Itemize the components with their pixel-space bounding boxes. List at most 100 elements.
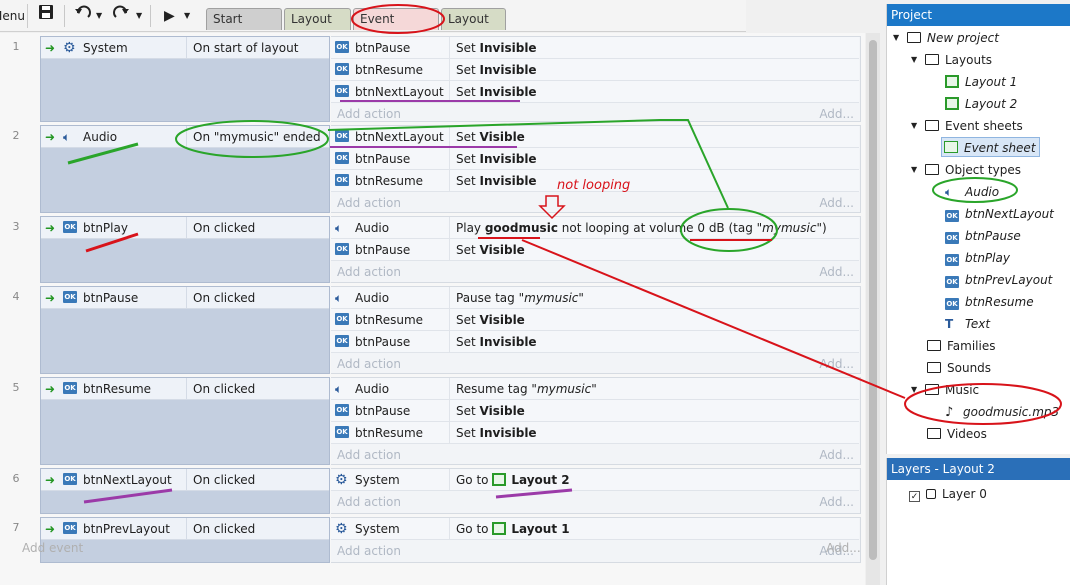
action-object[interactable]: OK btnNextLayout [331, 126, 449, 148]
tree-item-music[interactable]: ▼ Music [911, 380, 979, 400]
action-text[interactable]: Set Invisible [449, 37, 859, 59]
redo-dropdown-icon[interactable]: ▼ [136, 4, 142, 28]
action-object[interactable]: OK btnResume [331, 309, 449, 331]
add-action-link[interactable]: Add action [337, 193, 401, 213]
lock-icon[interactable] [926, 489, 936, 499]
condition-row[interactable]: ➜ ⚙︎ System On start of layout [41, 37, 329, 59]
condition-row[interactable]: ➜ 🔈︎ Audio On "mymusic" ended [41, 126, 329, 148]
condition-object[interactable]: OK btnPrevLayout [59, 518, 187, 540]
add-action-right-link[interactable]: Add... [819, 445, 854, 465]
action-row[interactable]: OK btnPause Set Visible [331, 400, 859, 422]
action-row[interactable]: ⚙︎ System Go to Layout 2 [331, 469, 859, 491]
tree-item-event-sheet[interactable]: Event sheet [941, 137, 1040, 157]
condition-row[interactable]: ➜ OK btnResume On clicked [41, 378, 329, 400]
event-row[interactable]: 7 ➜ OK btnPrevLayout On clicked ⚙︎ System Go to… [0, 517, 865, 563]
event-row[interactable]: 2 ➜ 🔈︎ Audio On "mymusic" ended OK btnNextLayo… [0, 125, 865, 213]
add-action-link[interactable]: Add action [337, 445, 401, 465]
action-object[interactable]: 🔈︎ Audio [331, 287, 449, 309]
caret-down-icon[interactable]: ▼ [911, 50, 921, 70]
condition-block[interactable]: ➜ OK btnNextLayout On clicked [40, 468, 330, 514]
condition-block[interactable]: ➜ ⚙︎ System On start of layout [40, 36, 330, 122]
visibility-checkbox[interactable]: ✓ [909, 491, 920, 502]
action-row[interactable]: OK btnPause Set Invisible [331, 148, 859, 170]
tree-item-root[interactable]: ▼ New project [893, 28, 999, 48]
menu-button[interactable]: Menu [0, 4, 28, 28]
event-row[interactable]: 5 ➜ OK btnResume On clicked 🔈︎ Audio Resume tag… [0, 377, 865, 465]
add-action-link[interactable]: Add action [337, 262, 401, 282]
action-object[interactable]: OK btnPause [331, 148, 449, 170]
tree-item-videos[interactable]: Videos [927, 424, 987, 444]
action-text[interactable]: Set Visible [449, 400, 859, 422]
action-object[interactable]: OK btnNextLayout [331, 81, 449, 103]
condition-object[interactable]: OK btnPause [59, 287, 187, 309]
action-text[interactable]: Go to Layout 1 [449, 518, 859, 540]
add-action-link[interactable]: Add action [337, 541, 401, 561]
action-row[interactable]: 🔈︎ Audio Resume tag "mymusic" [331, 378, 859, 400]
action-text[interactable]: Set Invisible [449, 81, 859, 103]
action-row[interactable]: OK btnNextLayout Set Visible [331, 126, 859, 148]
condition-block[interactable]: ➜ OK btnPause On clicked [40, 286, 330, 374]
tab-event-sheet[interactable]: Event sheet✕ [353, 8, 439, 47]
undo-icon[interactable] [74, 4, 94, 28]
undo-dropdown-icon[interactable]: ▼ [96, 4, 102, 28]
action-text[interactable]: Set Visible [449, 309, 859, 331]
add-action-link[interactable]: Add action [337, 492, 401, 512]
action-row[interactable]: ⚙︎ System Go to Layout 1 [331, 518, 859, 540]
condition-object[interactable]: OK btnPlay [59, 217, 187, 239]
condition-text[interactable]: On clicked [186, 469, 329, 491]
action-row[interactable]: OK btnResume Set Invisible [331, 59, 859, 81]
condition-block[interactable]: ➜ 🔈︎ Audio On "mymusic" ended [40, 125, 330, 213]
action-row[interactable]: OK btnNextLayout Set Invisible [331, 81, 859, 103]
tree-item-object-types[interactable]: ▼ Object types [911, 160, 1021, 180]
add-action-right-link[interactable]: Add... [819, 104, 854, 124]
condition-row[interactable]: ➜ OK btnNextLayout On clicked [41, 469, 329, 491]
caret-down-icon[interactable]: ▼ [911, 116, 921, 136]
condition-text[interactable]: On clicked [186, 287, 329, 309]
add-event-link[interactable]: Add event [22, 541, 83, 555]
action-text[interactable]: Set Invisible [449, 170, 859, 192]
condition-object[interactable]: ⚙︎ System [59, 37, 187, 59]
play-icon[interactable]: ▶ [164, 4, 175, 28]
condition-object[interactable]: OK btnNextLayout [59, 469, 187, 491]
add-action-link[interactable]: Add action [337, 354, 401, 374]
play-dropdown-icon[interactable]: ▼ [184, 4, 190, 28]
caret-down-icon[interactable]: ▼ [911, 160, 921, 180]
action-object[interactable]: OK btnPause [331, 37, 449, 59]
action-text[interactable]: Set Invisible [449, 148, 859, 170]
action-text[interactable]: Play goodmusic not looping at volume 0 d… [449, 217, 859, 239]
action-text[interactable]: Resume tag "mymusic" [449, 378, 859, 400]
action-object[interactable]: OK btnPause [331, 400, 449, 422]
tree-item-audio[interactable]: 🔈︎ Audio [945, 182, 999, 202]
condition-text[interactable]: On clicked [186, 378, 329, 400]
tree-item-btnresume[interactable]: OK btnResume [945, 292, 1034, 312]
condition-block[interactable]: ➜ OK btnPlay On clicked [40, 216, 330, 283]
action-row[interactable]: OK btnResume Set Visible [331, 309, 859, 331]
action-row[interactable]: OK btnPause Set Invisible [331, 331, 859, 353]
add-action-link[interactable]: Add action [337, 104, 401, 124]
add-event-right-link[interactable]: Add... [826, 541, 861, 555]
tree-item-event-sheets[interactable]: ▼ Event sheets [911, 116, 1023, 136]
action-object[interactable]: ⚙︎ System [331, 518, 449, 540]
tree-item-btnnextlayout[interactable]: OK btnNextLayout [945, 204, 1054, 224]
action-object[interactable]: OK btnResume [331, 422, 449, 444]
action-text[interactable]: Set Visible [449, 239, 859, 261]
action-text[interactable]: Set Invisible [449, 331, 859, 353]
action-text[interactable]: Set Visible [449, 126, 859, 148]
event-row[interactable]: 1 ➜ ⚙︎ System On start of layout OK btnPause Se… [0, 36, 865, 122]
tree-item-btnprevlayout[interactable]: OK btnPrevLayout [945, 270, 1052, 290]
tree-item-goodmusic[interactable]: ♪ goodmusic.mp3 [945, 402, 1059, 422]
caret-down-icon[interactable]: ▼ [893, 28, 903, 48]
tree-item-layouts[interactable]: ▼ Layouts [911, 50, 992, 70]
action-text[interactable]: Set Invisible [449, 59, 859, 81]
condition-block[interactable]: ➜ OK btnResume On clicked [40, 377, 330, 465]
tree-item-text[interactable]: T Text [945, 314, 990, 334]
tree-item-layout-2[interactable]: Layout 2 [945, 94, 1017, 114]
action-row[interactable]: 🔈︎ Audio Play goodmusic not looping at vol… [331, 217, 859, 239]
condition-text[interactable]: On "mymusic" ended [186, 126, 329, 148]
action-row[interactable]: OK btnResume Set Invisible [331, 422, 859, 444]
action-text[interactable]: Go to Layout 2 [449, 469, 859, 491]
action-object[interactable]: 🔈︎ Audio [331, 217, 449, 239]
save-icon[interactable] [38, 4, 54, 28]
action-object[interactable]: 🔈︎ Audio [331, 378, 449, 400]
action-text[interactable]: Set Invisible [449, 422, 859, 444]
